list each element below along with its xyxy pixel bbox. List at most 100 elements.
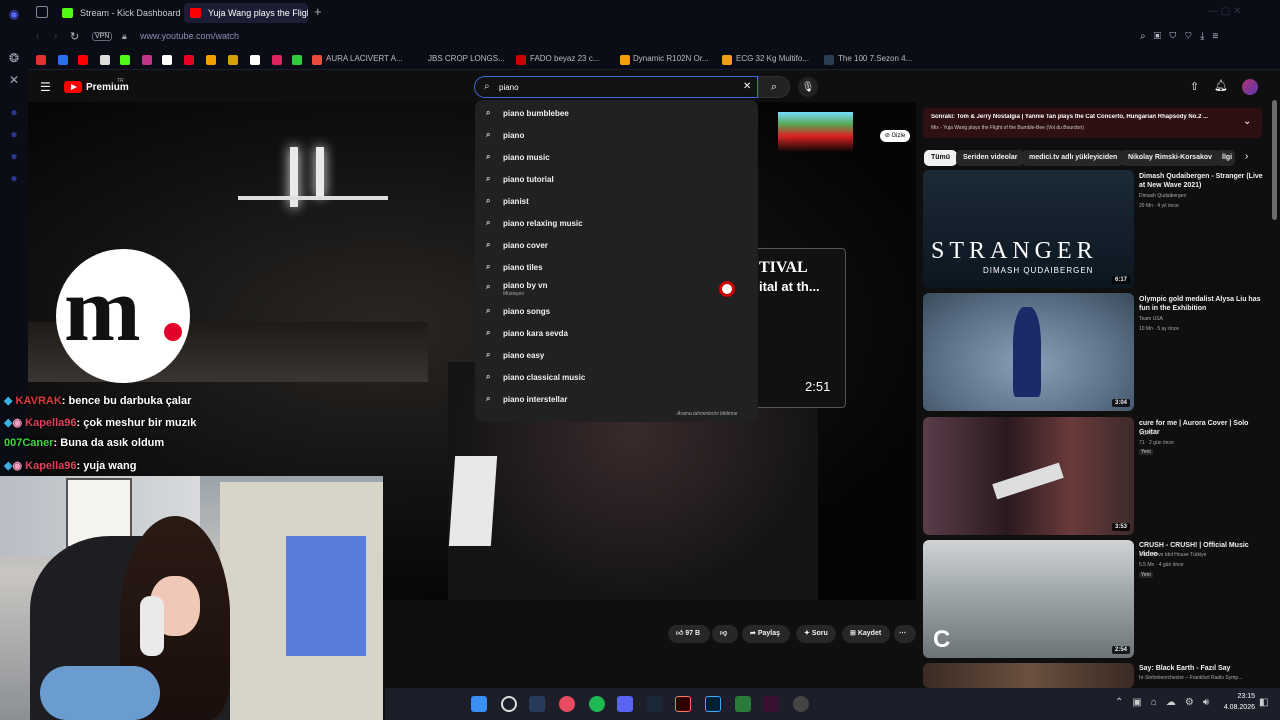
chip-all[interactable]: Tümü bbox=[924, 150, 958, 166]
voice-search-icon[interactable]: 🎙︎ bbox=[798, 77, 818, 97]
more-actions-button[interactable]: ⋯ bbox=[894, 625, 916, 643]
sidebar-dot-icon[interactable]: ● bbox=[6, 126, 22, 142]
pinterest-icon[interactable] bbox=[184, 55, 194, 65]
app-icon[interactable] bbox=[529, 696, 545, 712]
suggestion-item[interactable]: ⌕ pianist bbox=[475, 190, 758, 212]
scrollbar[interactable] bbox=[1272, 100, 1277, 220]
rec-thumbnail[interactable]: 3:04 bbox=[923, 293, 1134, 411]
rec-channel[interactable]: VOYT bbox=[1139, 431, 1153, 437]
notification-center-icon[interactable]: ◧ bbox=[1259, 697, 1268, 708]
opera-icon[interactable] bbox=[559, 696, 575, 712]
rec-thumbnail[interactable]: STRANGER DIMASH QUDAIBERGEN 6:17 bbox=[923, 170, 1134, 288]
suggestion-item[interactable]: ⌕ piano bbox=[475, 124, 758, 146]
rec-title[interactable]: Say: Black Earth - Fazıl Say bbox=[1139, 664, 1264, 673]
x-bookmark-icon[interactable] bbox=[100, 55, 110, 65]
clock-date[interactable]: 4.08.2026 bbox=[1200, 704, 1255, 711]
suggestion-item[interactable]: ⌕ piano tiles bbox=[475, 256, 758, 278]
kick-bookmark-icon[interactable] bbox=[120, 55, 130, 65]
chip-series[interactable]: Seriden videolar bbox=[956, 150, 1025, 166]
spotify-icon[interactable] bbox=[589, 696, 605, 712]
steam-icon[interactable] bbox=[647, 696, 663, 712]
bookmark-icon[interactable] bbox=[272, 55, 282, 65]
new-tab-button[interactable]: + bbox=[314, 4, 322, 19]
tiktok-icon[interactable] bbox=[162, 55, 172, 65]
address-actions[interactable]: ⌕▣⛉♡⤓≡ bbox=[1140, 31, 1226, 42]
chevron-right-icon[interactable]: › bbox=[1245, 151, 1248, 162]
vpn-badge[interactable]: VPN bbox=[92, 32, 113, 41]
suggestion-item[interactable]: ⌕ piano interstellar bbox=[475, 388, 758, 410]
rec-title[interactable]: Olympic gold medalist Alysa Liu has fun … bbox=[1139, 295, 1264, 313]
suggestion-item[interactable]: ⌕ piano music bbox=[475, 146, 758, 168]
start-icon[interactable] bbox=[471, 696, 487, 712]
workspace-icon[interactable] bbox=[36, 6, 48, 18]
chip-related[interactable]: İlgi bbox=[1215, 150, 1235, 166]
bookmark-item[interactable]: AURA LACIVERT A... bbox=[326, 54, 403, 63]
search-input[interactable]: piano bbox=[499, 83, 519, 92]
rec-channel[interactable]: CRUSH ve Idol House Türkiye bbox=[1139, 552, 1206, 558]
chip-composer[interactable]: Nikolay Rimski-Korsakov bbox=[1121, 150, 1220, 166]
bookmark-icon[interactable] bbox=[250, 55, 260, 65]
bookmark-item[interactable]: FADO beyaz 23 c... bbox=[530, 54, 599, 63]
rec-channel[interactable]: hr-Sinfonieorchester – Frankfurt Radio S… bbox=[1139, 675, 1242, 681]
suggestion-item[interactable]: ⌕ piano tutorial bbox=[475, 168, 758, 190]
clock-time[interactable]: 23:15 bbox=[1215, 693, 1255, 700]
browser-logo-icon[interactable]: ◉ bbox=[6, 6, 22, 22]
sidebar-dot-icon[interactable]: ● bbox=[6, 104, 22, 120]
rec-title[interactable]: cure for me | Aurora Cover | Solo Guitar bbox=[1139, 419, 1264, 437]
chip-uploader[interactable]: medici.tv adlı yükleyiciden bbox=[1022, 150, 1125, 166]
app-icon[interactable] bbox=[735, 696, 751, 712]
instagram-icon[interactable] bbox=[142, 55, 152, 65]
suggestion-item[interactable]: ⌕ piano kara sevda bbox=[475, 322, 758, 344]
report-predictions-link[interactable]: Arama tahminlerini bildirme bbox=[677, 411, 738, 417]
x-icon[interactable]: ✕ bbox=[6, 72, 22, 88]
share-button[interactable]: ➦ Paylaş bbox=[742, 625, 790, 643]
suggestion-item[interactable]: ⌕ piano cover bbox=[475, 234, 758, 256]
illustrator-icon[interactable] bbox=[675, 696, 691, 712]
rec-thumbnail[interactable] bbox=[923, 663, 1134, 688]
suggestion-item[interactable]: ⌕ piano classical music bbox=[475, 366, 758, 388]
upload-icon[interactable]: ⇧ bbox=[1190, 80, 1199, 93]
hide-button[interactable]: ⊘ Gizle bbox=[880, 130, 910, 142]
rec-thumbnail[interactable]: 3:53 bbox=[923, 417, 1134, 535]
obs-icon[interactable] bbox=[793, 696, 809, 712]
bookmark-icon[interactable] bbox=[206, 55, 216, 65]
youtube-bookmark-icon[interactable] bbox=[78, 55, 88, 65]
window-controls[interactable]: — ▢ ✕ bbox=[1208, 6, 1268, 18]
suggestion-item[interactable]: ⌕ piano by vn Müzisyen bbox=[475, 276, 758, 302]
save-button[interactable]: ⊞ Kaydet bbox=[842, 625, 890, 643]
suggestion-item[interactable]: ⌕ piano easy bbox=[475, 344, 758, 366]
rec-title[interactable]: Dimash Qudaibergen - Stranger (Live at N… bbox=[1139, 172, 1264, 190]
like-button[interactable]: 👍︎ 97 B bbox=[668, 625, 710, 643]
bookmark-icon[interactable] bbox=[228, 55, 238, 65]
openai-icon[interactable]: ❂ bbox=[6, 50, 22, 66]
sidebar-dot-icon[interactable]: ● bbox=[6, 148, 22, 164]
tab-kick[interactable]: Stream - Kick Dashboard bbox=[56, 3, 182, 23]
bookmark-icon[interactable] bbox=[292, 55, 302, 65]
suggestion-item[interactable]: ⌕ piano bumblebee bbox=[475, 102, 758, 124]
dislike-button[interactable]: 👎︎ bbox=[712, 625, 738, 643]
rec-channel[interactable]: Dimash Qudaibergen bbox=[1139, 193, 1186, 199]
tab-youtube[interactable]: Yuja Wang plays the Flight bbox=[184, 3, 308, 23]
search-icon[interactable] bbox=[501, 696, 517, 712]
bookmark-item[interactable]: ECG 32 Kg Multifo... bbox=[736, 54, 809, 63]
suggestion-item[interactable]: ⌕ piano relaxing music bbox=[475, 212, 758, 234]
forward-icon[interactable]: › bbox=[54, 31, 57, 42]
url-field[interactable]: www.youtube.com/watch bbox=[140, 31, 239, 41]
bookmark-item[interactable]: The 100 7.Sezon 4... bbox=[838, 54, 912, 63]
avatar[interactable] bbox=[1242, 79, 1258, 95]
bookmark-icon[interactable] bbox=[58, 55, 68, 65]
back-icon[interactable]: ‹ bbox=[36, 31, 39, 42]
clear-search-icon[interactable]: ✕ bbox=[743, 81, 751, 92]
bookmark-item[interactable]: Dynamic R102N Or... bbox=[633, 54, 709, 63]
search-button[interactable]: ⌕ bbox=[758, 76, 790, 98]
youtube-logo-icon[interactable] bbox=[64, 81, 82, 93]
reload-icon[interactable]: ↻ bbox=[70, 30, 79, 43]
photoshop-icon[interactable] bbox=[705, 696, 721, 712]
notifications-icon[interactable]: 🔔︎ bbox=[1214, 79, 1228, 92]
discord-icon[interactable] bbox=[617, 696, 633, 712]
rec-channel[interactable]: Team USA bbox=[1139, 316, 1163, 322]
up-next-panel[interactable]: Sonraki: Tom & Jerry Nostalgia | Yannie … bbox=[923, 108, 1262, 138]
app-icon[interactable] bbox=[763, 696, 779, 712]
menu-icon[interactable]: ☰ bbox=[40, 80, 51, 94]
suggestion-item[interactable]: ⌕ piano songs bbox=[475, 300, 758, 322]
